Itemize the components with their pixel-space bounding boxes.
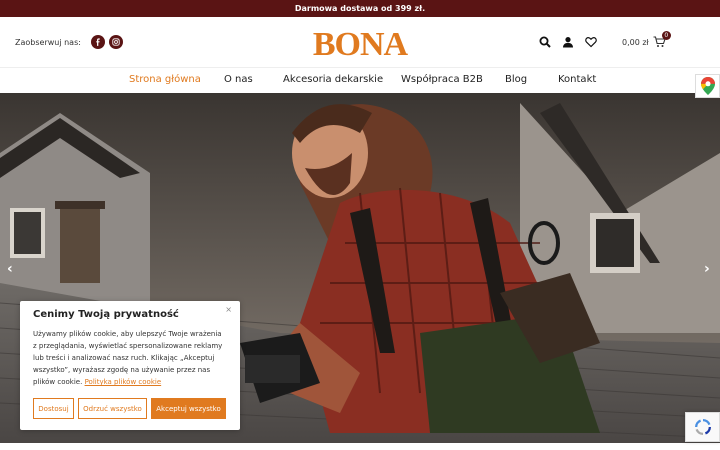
cookie-consent-dialog: × Cenimy Twoją prywatność Używamy plików… xyxy=(20,301,240,430)
recaptcha-badge[interactable] xyxy=(685,412,720,442)
main-navigation: Strona główna O nas Akcesoria dekarskie … xyxy=(0,67,720,93)
logo-text: BONA xyxy=(313,26,409,59)
cookie-accept-button[interactable]: Akceptuj wszystko xyxy=(151,398,226,419)
slider-prev-arrow[interactable]: ‹ xyxy=(7,261,13,277)
nav-item-about[interactable]: O nas xyxy=(224,74,253,85)
cookie-customize-button[interactable]: Dostosuj xyxy=(33,398,74,419)
cookie-policy-link[interactable]: Polityka plików cookie xyxy=(85,378,162,386)
bona-logo[interactable]: BONA xyxy=(310,25,410,59)
promo-topbar: Darmowa dostawa od 399 zł. xyxy=(0,0,720,17)
search-icon[interactable] xyxy=(538,35,552,49)
instagram-icon[interactable] xyxy=(108,35,123,49)
cart-button[interactable]: 0,00 zł 0 xyxy=(622,31,671,48)
cart-total: 0,00 zł xyxy=(622,37,649,47)
nav-item-blog[interactable]: Blog xyxy=(505,74,527,85)
nav-item-home[interactable]: Strona główna xyxy=(129,74,201,85)
cart-icon: 0 xyxy=(653,31,671,48)
cookie-title: Cenimy Twoją prywatność xyxy=(33,309,179,320)
recaptcha-icon xyxy=(694,419,711,435)
site-header: Zaobserwuj nas: BONA 0,00 zł 0 xyxy=(0,17,720,67)
nav-item-b2b[interactable]: Współpraca B2B xyxy=(401,74,483,85)
cookie-body: Używamy plików cookie, aby ulepszyć Twoj… xyxy=(33,328,227,388)
follow-label: Zaobserwuj nas: xyxy=(15,37,81,47)
social-follow: Zaobserwuj nas: xyxy=(15,35,123,49)
user-icon[interactable] xyxy=(561,35,575,49)
cookie-reject-button[interactable]: Odrzuć wszystko xyxy=(78,398,147,419)
cookie-close-button[interactable]: × xyxy=(225,305,232,314)
heart-icon[interactable] xyxy=(584,35,598,49)
free-delivery-text: Darmowa dostawa od 399 zł. xyxy=(294,4,426,13)
cart-count-badge: 0 xyxy=(661,31,671,40)
nav-item-contact[interactable]: Kontakt xyxy=(558,74,596,85)
slider-next-arrow[interactable]: › xyxy=(704,261,710,277)
google-maps-icon[interactable] xyxy=(695,74,720,98)
facebook-icon[interactable] xyxy=(90,35,105,49)
nav-item-roofing-accessories[interactable]: Akcesoria dekarskie xyxy=(283,74,383,85)
